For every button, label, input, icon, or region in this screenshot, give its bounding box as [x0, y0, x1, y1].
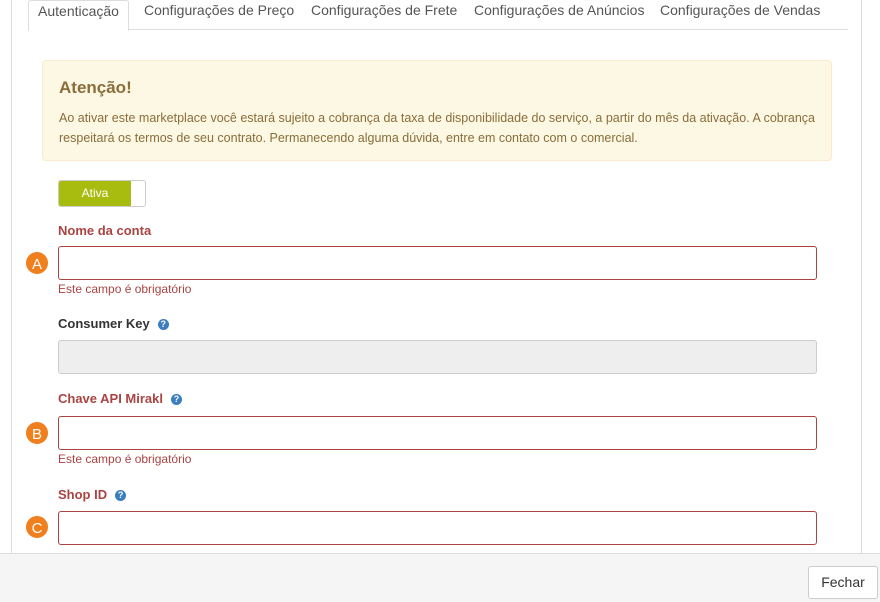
mirakl-key-label: Chave API Mirakl?	[58, 391, 183, 406]
toggle-on-label: Ativa	[59, 181, 131, 206]
account-name-label: Nome da conta	[58, 223, 152, 238]
tab-configuracoes-preco[interactable]: Configurações de Preço	[144, 0, 294, 30]
mirakl-key-error: Este campo é obrigatório	[58, 452, 192, 466]
help-icon[interactable]: ?	[115, 490, 127, 502]
settings-panel: Autenticação Configurações de Preço Conf…	[11, 0, 862, 553]
consumer-key-label-text: Consumer Key	[58, 316, 150, 331]
mirakl-key-label-text: Chave API Mirakl	[58, 391, 164, 406]
help-icon[interactable]: ?	[171, 394, 183, 406]
account-name-error: Este campo é obrigatório	[58, 282, 192, 296]
shop-id-label-text: Shop ID	[58, 487, 108, 502]
marker-a: A	[24, 250, 50, 276]
alert-text: Ao ativar este marketplace você estará s…	[59, 111, 815, 145]
marker-b: B	[24, 420, 50, 446]
alert-title: Atenção!	[59, 78, 132, 97]
mirakl-key-input[interactable]	[58, 416, 817, 450]
tab-autenticacao[interactable]: Autenticação	[28, 0, 129, 31]
warning-alert: Atenção! Ao ativar este marketplace você…	[42, 60, 832, 161]
help-icon[interactable]: ?	[157, 319, 169, 331]
shop-id-input[interactable]	[58, 511, 817, 545]
shop-id-label: Shop ID?	[58, 487, 127, 502]
tab-configuracoes-anuncios[interactable]: Configurações de Anúncios	[474, 0, 644, 30]
tab-configuracoes-vendas[interactable]: Configurações de Vendas	[660, 0, 820, 30]
account-name-input[interactable]	[58, 246, 817, 280]
consumer-key-input	[58, 340, 817, 374]
tab-configuracoes-frete[interactable]: Configurações de Frete	[311, 0, 457, 30]
modal-footer: Fechar	[0, 553, 880, 602]
marker-c: C	[24, 514, 50, 540]
tab-bar: Autenticação Configurações de Preço Conf…	[28, 0, 848, 31]
consumer-key-label: Consumer Key?	[58, 316, 169, 331]
close-button[interactable]: Fechar	[808, 566, 878, 599]
active-toggle[interactable]: Ativa	[58, 180, 146, 207]
